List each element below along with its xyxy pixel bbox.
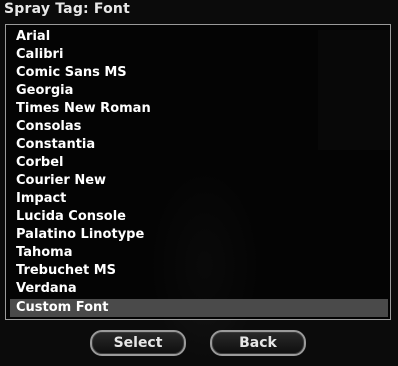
list-item-consolas[interactable]: Consolas bbox=[10, 118, 388, 136]
spray-tag-font-dialog: Spray Tag: Font Arial Calibri Comic Sans… bbox=[0, 0, 398, 366]
list-item-custom-font[interactable]: Custom Font bbox=[10, 299, 388, 317]
list-item-corbel[interactable]: Corbel bbox=[10, 154, 388, 172]
list-item-arial[interactable]: Arial bbox=[10, 28, 388, 46]
list-item-trebuchet-ms[interactable]: Trebuchet MS bbox=[10, 262, 388, 280]
dialog-title: Spray Tag: Font bbox=[4, 1, 130, 17]
list-item-georgia[interactable]: Georgia bbox=[10, 82, 388, 100]
list-item-comic-sans-ms[interactable]: Comic Sans MS bbox=[10, 64, 388, 82]
list-item-tahoma[interactable]: Tahoma bbox=[10, 244, 388, 262]
select-button[interactable]: Select bbox=[90, 330, 186, 356]
list-item-verdana[interactable]: Verdana bbox=[10, 280, 388, 298]
font-list[interactable]: Arial Calibri Comic Sans MS Georgia Time… bbox=[5, 24, 391, 320]
back-button[interactable]: Back bbox=[210, 330, 306, 356]
list-item-palatino-linotype[interactable]: Palatino Linotype bbox=[10, 226, 388, 244]
list-item-impact[interactable]: Impact bbox=[10, 190, 388, 208]
list-item-calibri[interactable]: Calibri bbox=[10, 46, 388, 64]
list-item-constantia[interactable]: Constantia bbox=[10, 136, 388, 154]
list-item-lucida-console[interactable]: Lucida Console bbox=[10, 208, 388, 226]
list-item-courier-new[interactable]: Courier New bbox=[10, 172, 388, 190]
list-item-times-new-roman[interactable]: Times New Roman bbox=[10, 100, 388, 118]
